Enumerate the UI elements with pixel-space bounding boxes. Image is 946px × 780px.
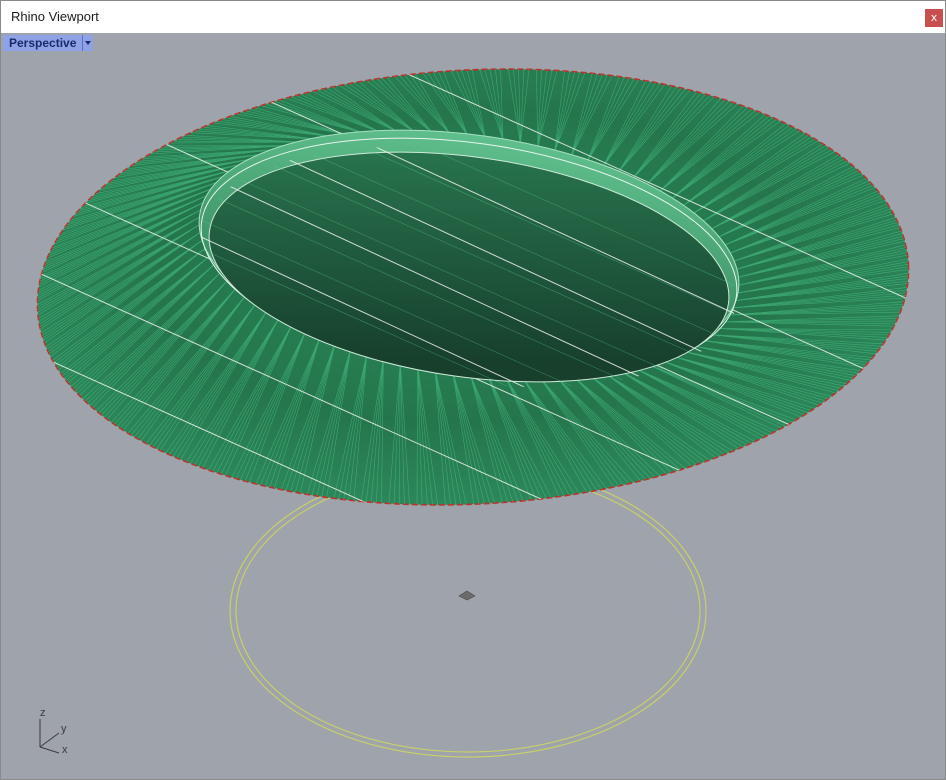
dish-surface[interactable] [1,47,945,613]
world-axes-widget: z y x [31,707,81,759]
scene-canvas[interactable] [1,33,945,779]
viewport-tab-perspective[interactable]: Perspective [3,35,94,51]
axis-z-label: z [40,707,46,719]
close-button[interactable]: x [925,9,943,27]
axis-y-label: y [61,723,67,735]
viewport-menu-chevron-icon[interactable] [82,35,93,51]
window-title: Rhino Viewport [11,9,99,24]
rhino-viewport-window: Rhino Viewport x Perspective z y x [0,0,946,780]
perspective-viewport[interactable]: Perspective z y x [1,33,945,779]
axes-icon [39,719,60,754]
base-circle-curves[interactable] [229,464,707,758]
viewport-title[interactable]: Perspective [3,35,82,51]
axis-x-label: x [62,744,68,756]
title-bar[interactable]: Rhino Viewport x [1,1,945,33]
origin-marker [458,590,476,601]
